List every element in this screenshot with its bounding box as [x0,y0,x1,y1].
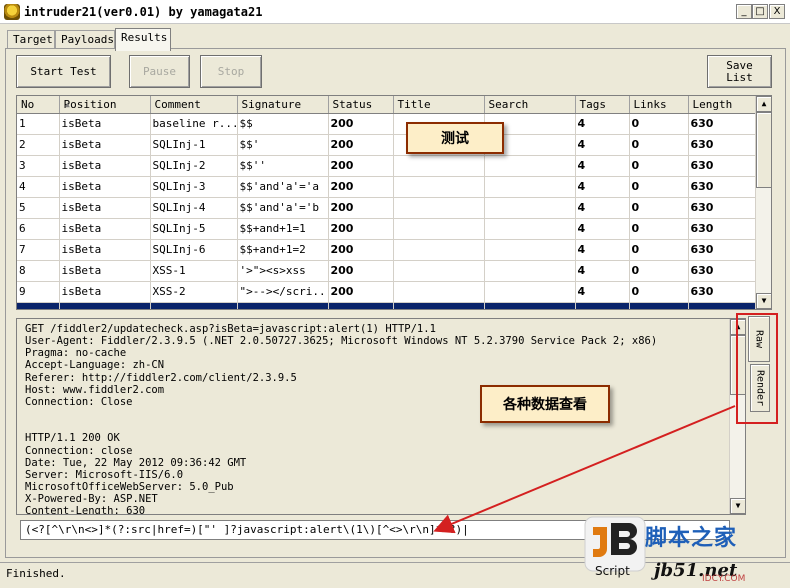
annotation-arrow [433,405,736,534]
tab-results[interactable]: Results [115,28,171,51]
watermark-site-name: 脚本之家 [645,526,738,551]
watermark-idcy: IDCY.COM [702,574,746,584]
status-text: Finished. [6,567,66,580]
watermark-script: Script [595,564,630,578]
